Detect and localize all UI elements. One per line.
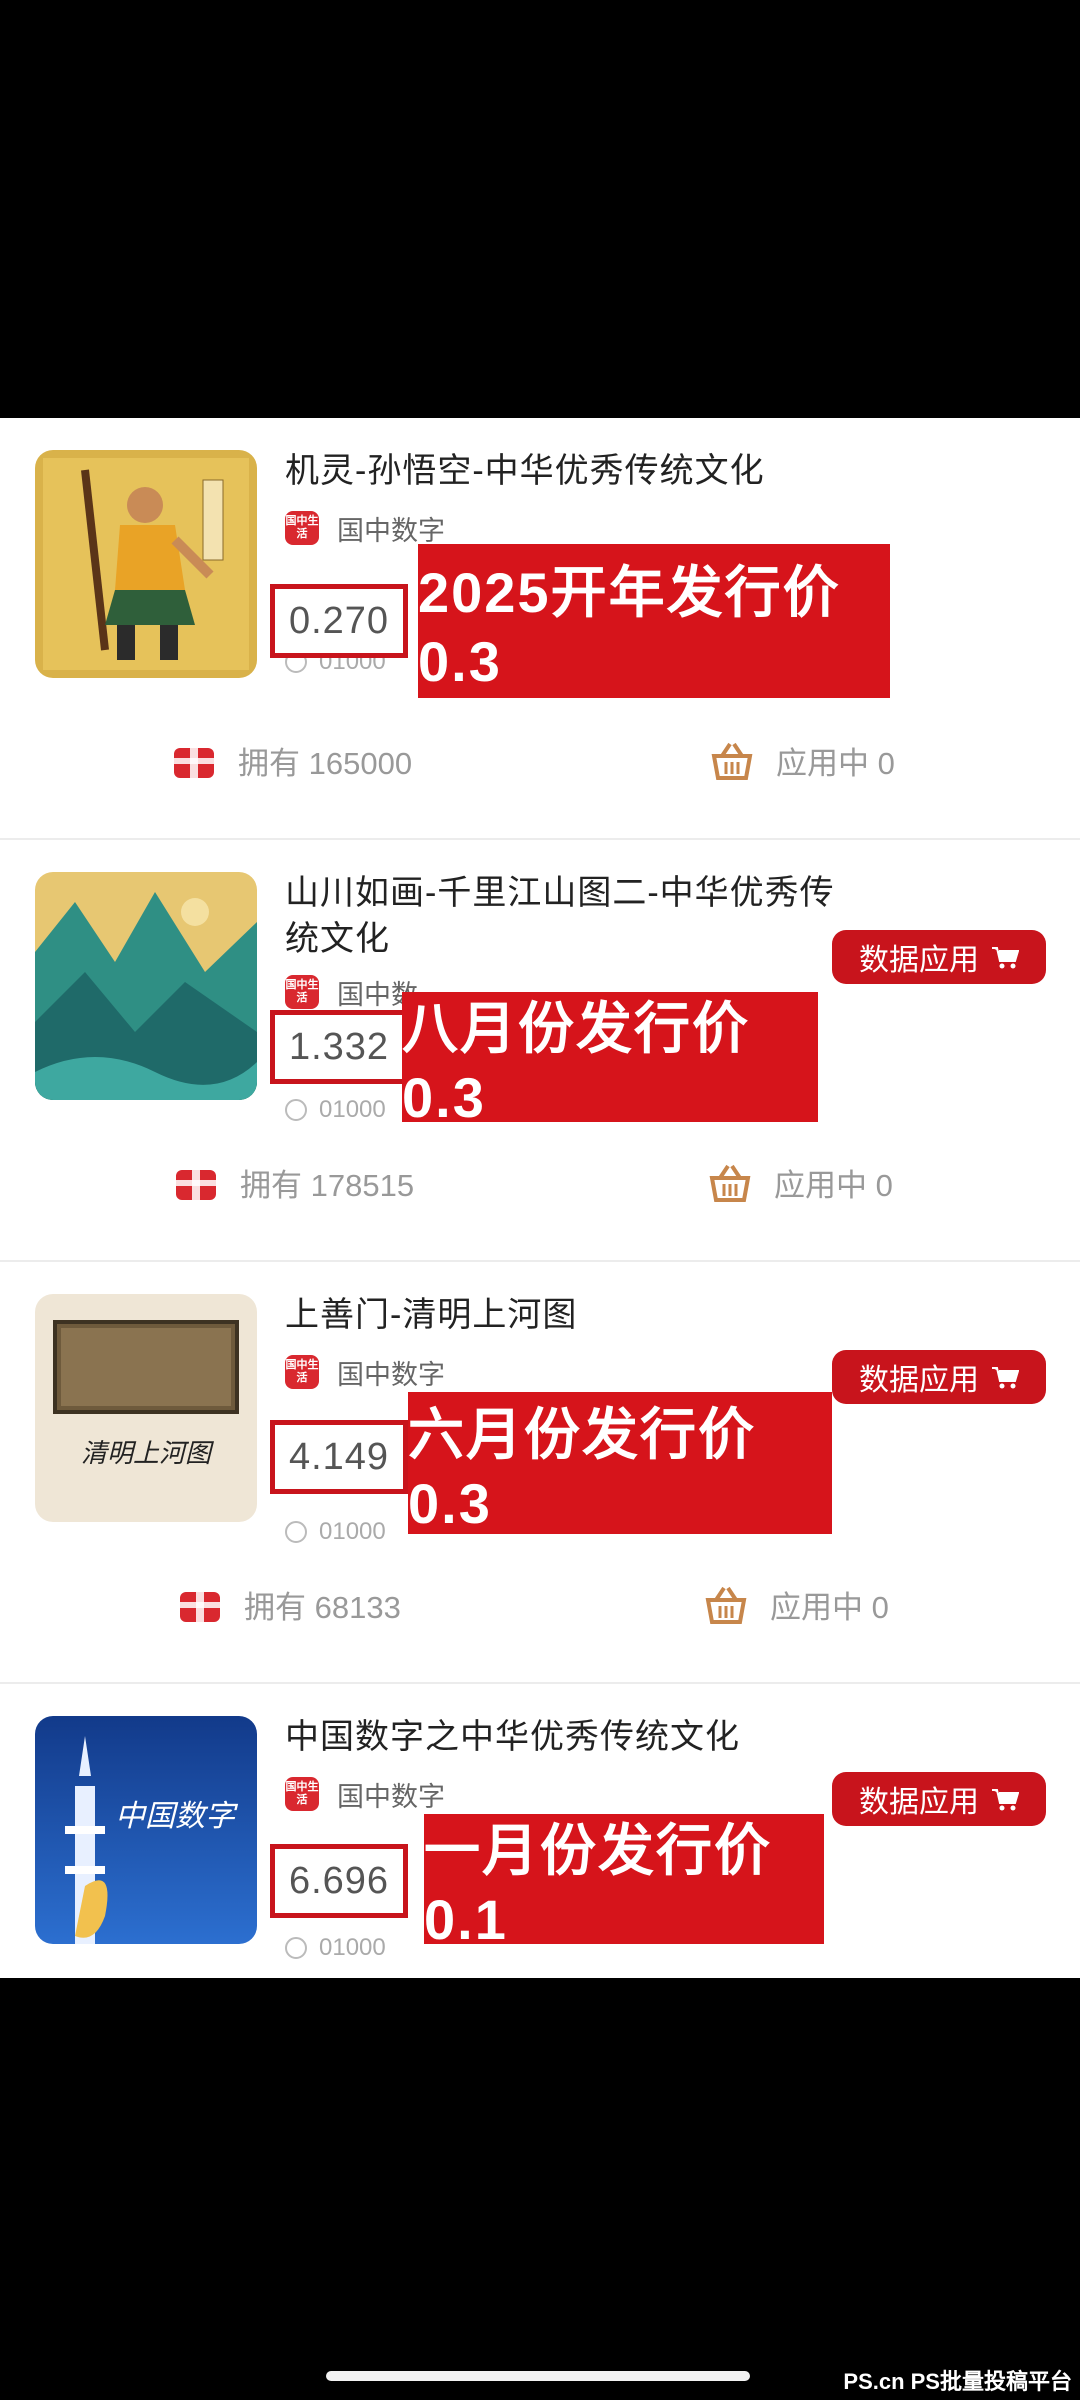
serial-number: 01000: [285, 1518, 386, 1546]
serial-number: 01000: [285, 1096, 386, 1124]
list-item[interactable]: 清明上河图 上善门-清明上河图 国中生活 国中数字 数据应用 01000 4.1…: [0, 1262, 1080, 1684]
gift-box-icon: [176, 1169, 216, 1200]
release-price-banner: 八月份发行价0.3: [402, 992, 818, 1129]
item-title: 山川如画-千里江山图二-中华优秀传统文化: [285, 874, 835, 958]
item-thumbnail[interactable]: [35, 450, 257, 678]
basket-icon: [709, 1164, 751, 1202]
publisher-logo: 国中生活: [285, 1355, 319, 1389]
serial-text: 01000: [319, 1518, 386, 1545]
publisher[interactable]: 国中生活 国中数: [285, 972, 418, 1012]
home-indicator[interactable]: [326, 2371, 750, 2381]
gift-box-icon: [174, 747, 214, 778]
release-price-banner: 一月份发行价0.1: [424, 1814, 824, 1951]
item-thumbnail[interactable]: [35, 872, 257, 1100]
list-item[interactable]: 机灵-孙悟空-中华优秀传统文化 国中生活 国中数字 01000 0.270 20…: [0, 418, 1080, 840]
cart-icon: [992, 1789, 1019, 1811]
release-price-banner: 六月份发行价0.3: [408, 1392, 832, 1535]
thumb-calligraphy: 清明上河图: [81, 1439, 215, 1469]
data-application-button[interactable]: 数据应用: [832, 1350, 1046, 1404]
data-application-button[interactable]: 数据应用: [832, 930, 1046, 984]
owned-label: 拥有 68133: [244, 1590, 401, 1625]
in-use-label: 应用中 0: [770, 1590, 889, 1625]
owned-label: 拥有 178515: [240, 1168, 415, 1203]
item-title: 上善门-清明上河图: [285, 1296, 578, 1334]
data-button-label: 数据应用: [859, 1786, 979, 1819]
publisher-logo: 国中生活: [285, 511, 319, 545]
data-button-label: 数据应用: [859, 1364, 979, 1397]
gift-box-icon: [180, 1591, 220, 1622]
in-use-label: 应用中 0: [776, 746, 895, 781]
collection-list: 机灵-孙悟空-中华优秀传统文化 国中生活 国中数字 01000 0.270 20…: [0, 418, 1080, 1978]
clock-icon: [285, 1099, 307, 1121]
serial-number: 01000: [285, 1934, 386, 1962]
clock-icon: [285, 1521, 307, 1543]
cart-icon: [992, 1367, 1019, 1389]
in-use-count: 应用中 0: [710, 738, 895, 783]
watermark: PS.cn PS批量投稿平台: [843, 2369, 1072, 2394]
price-box: 6.696: [270, 1844, 408, 1918]
thumb-calligraphy: 中国数字: [115, 1799, 239, 1834]
publisher-name: 国中数字: [337, 1359, 445, 1390]
price-box: 4.149: [270, 1420, 408, 1494]
release-price-banner: 2025开年发行价0.3: [418, 544, 890, 698]
cart-icon: [992, 947, 1019, 969]
list-item[interactable]: 中国数字 中国数字之中华优秀传统文化 国中生活 国中数字 数据应用 01000 …: [0, 1684, 1080, 1978]
item-title: 机灵-孙悟空-中华优秀传统文化: [285, 452, 765, 490]
publisher-name: 国中数字: [337, 515, 445, 546]
list-item[interactable]: 山川如画-千里江山图二-中华优秀传统文化 国中生活 国中数 数据应用 01000…: [0, 840, 1080, 1262]
price-box: 0.270: [270, 584, 408, 658]
in-use-label: 应用中 0: [774, 1168, 893, 1203]
data-application-button[interactable]: 数据应用: [832, 1772, 1046, 1826]
basket-icon: [705, 1586, 747, 1624]
clock-icon: [285, 1937, 307, 1959]
serial-text: 01000: [319, 1096, 386, 1123]
owned-count: 拥有 178515: [174, 1160, 414, 1205]
in-use-count: 应用中 0: [708, 1160, 893, 1205]
in-use-count: 应用中 0: [704, 1582, 889, 1627]
owned-count: 拥有 165000: [172, 738, 412, 783]
item-thumbnail[interactable]: 中国数字: [35, 1716, 257, 1944]
owned-count: 拥有 68133: [178, 1582, 401, 1627]
owned-label: 拥有 165000: [238, 746, 413, 781]
item-title: 中国数字之中华优秀传统文化: [285, 1718, 740, 1756]
basket-icon: [711, 742, 753, 780]
publisher[interactable]: 国中生活 国中数字: [285, 1352, 445, 1392]
publisher[interactable]: 国中生活 国中数字: [285, 508, 445, 548]
publisher[interactable]: 国中生活 国中数字: [285, 1774, 445, 1814]
publisher-logo: 国中生活: [285, 1777, 319, 1811]
serial-text: 01000: [319, 1934, 386, 1961]
data-button-label: 数据应用: [859, 944, 979, 977]
item-thumbnail[interactable]: 清明上河图: [35, 1294, 257, 1522]
price-box: 1.332: [270, 1010, 408, 1084]
publisher-logo: 国中生活: [285, 975, 319, 1009]
